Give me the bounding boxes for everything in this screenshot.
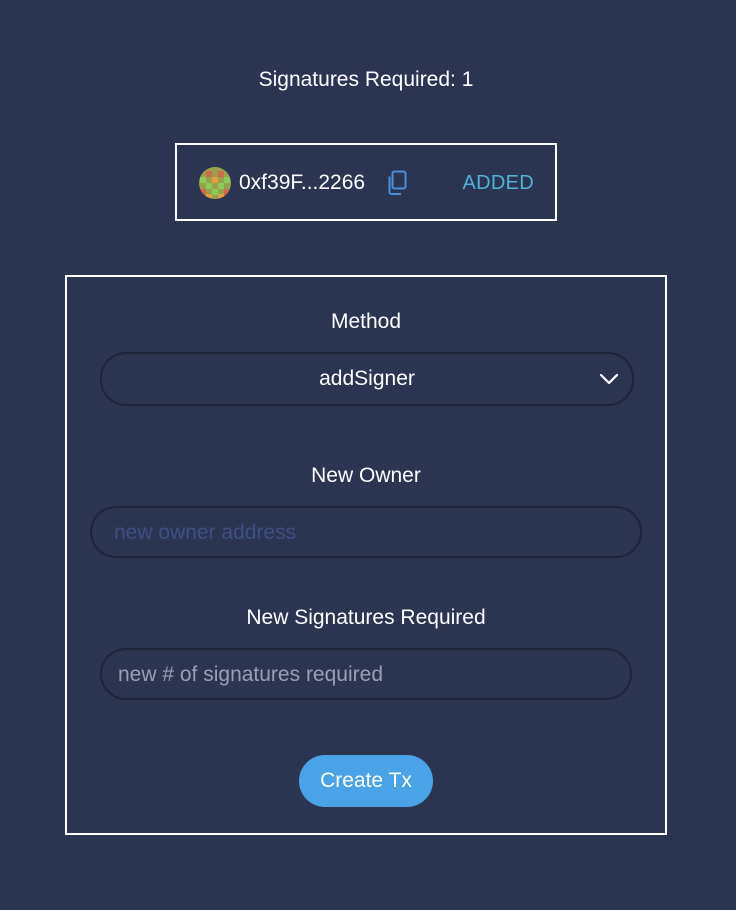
copy-icon[interactable]	[385, 170, 409, 196]
new-owner-placeholder: new owner address	[114, 521, 297, 544]
signatures-required-text: Signatures Required: 1	[258, 68, 474, 91]
avatar	[199, 167, 231, 199]
new-signatures-label: New Signatures Required	[246, 606, 486, 629]
transaction-form: Method addSigner New Owner new owner add…	[65, 275, 667, 835]
create-tx-button[interactable]: Create Tx	[299, 755, 433, 807]
method-label: Method	[330, 310, 402, 333]
owner-status-badge: ADDED	[462, 172, 534, 194]
method-select[interactable]: addSigner	[100, 352, 634, 406]
new-signatures-placeholder: new # of signatures required	[118, 663, 383, 686]
owner-address: 0xf39F...2266	[239, 171, 366, 194]
new-signatures-input[interactable]: new # of signatures required	[100, 648, 632, 700]
chevron-down-icon	[599, 373, 619, 385]
page: Signatures Required: 1 0xf39F...2266 ADD…	[0, 0, 736, 910]
new-owner-label: New Owner	[311, 464, 421, 487]
method-select-value: addSigner	[319, 367, 415, 390]
owner-card: 0xf39F...2266 ADDED	[175, 143, 557, 221]
new-owner-input[interactable]: new owner address	[90, 506, 642, 558]
